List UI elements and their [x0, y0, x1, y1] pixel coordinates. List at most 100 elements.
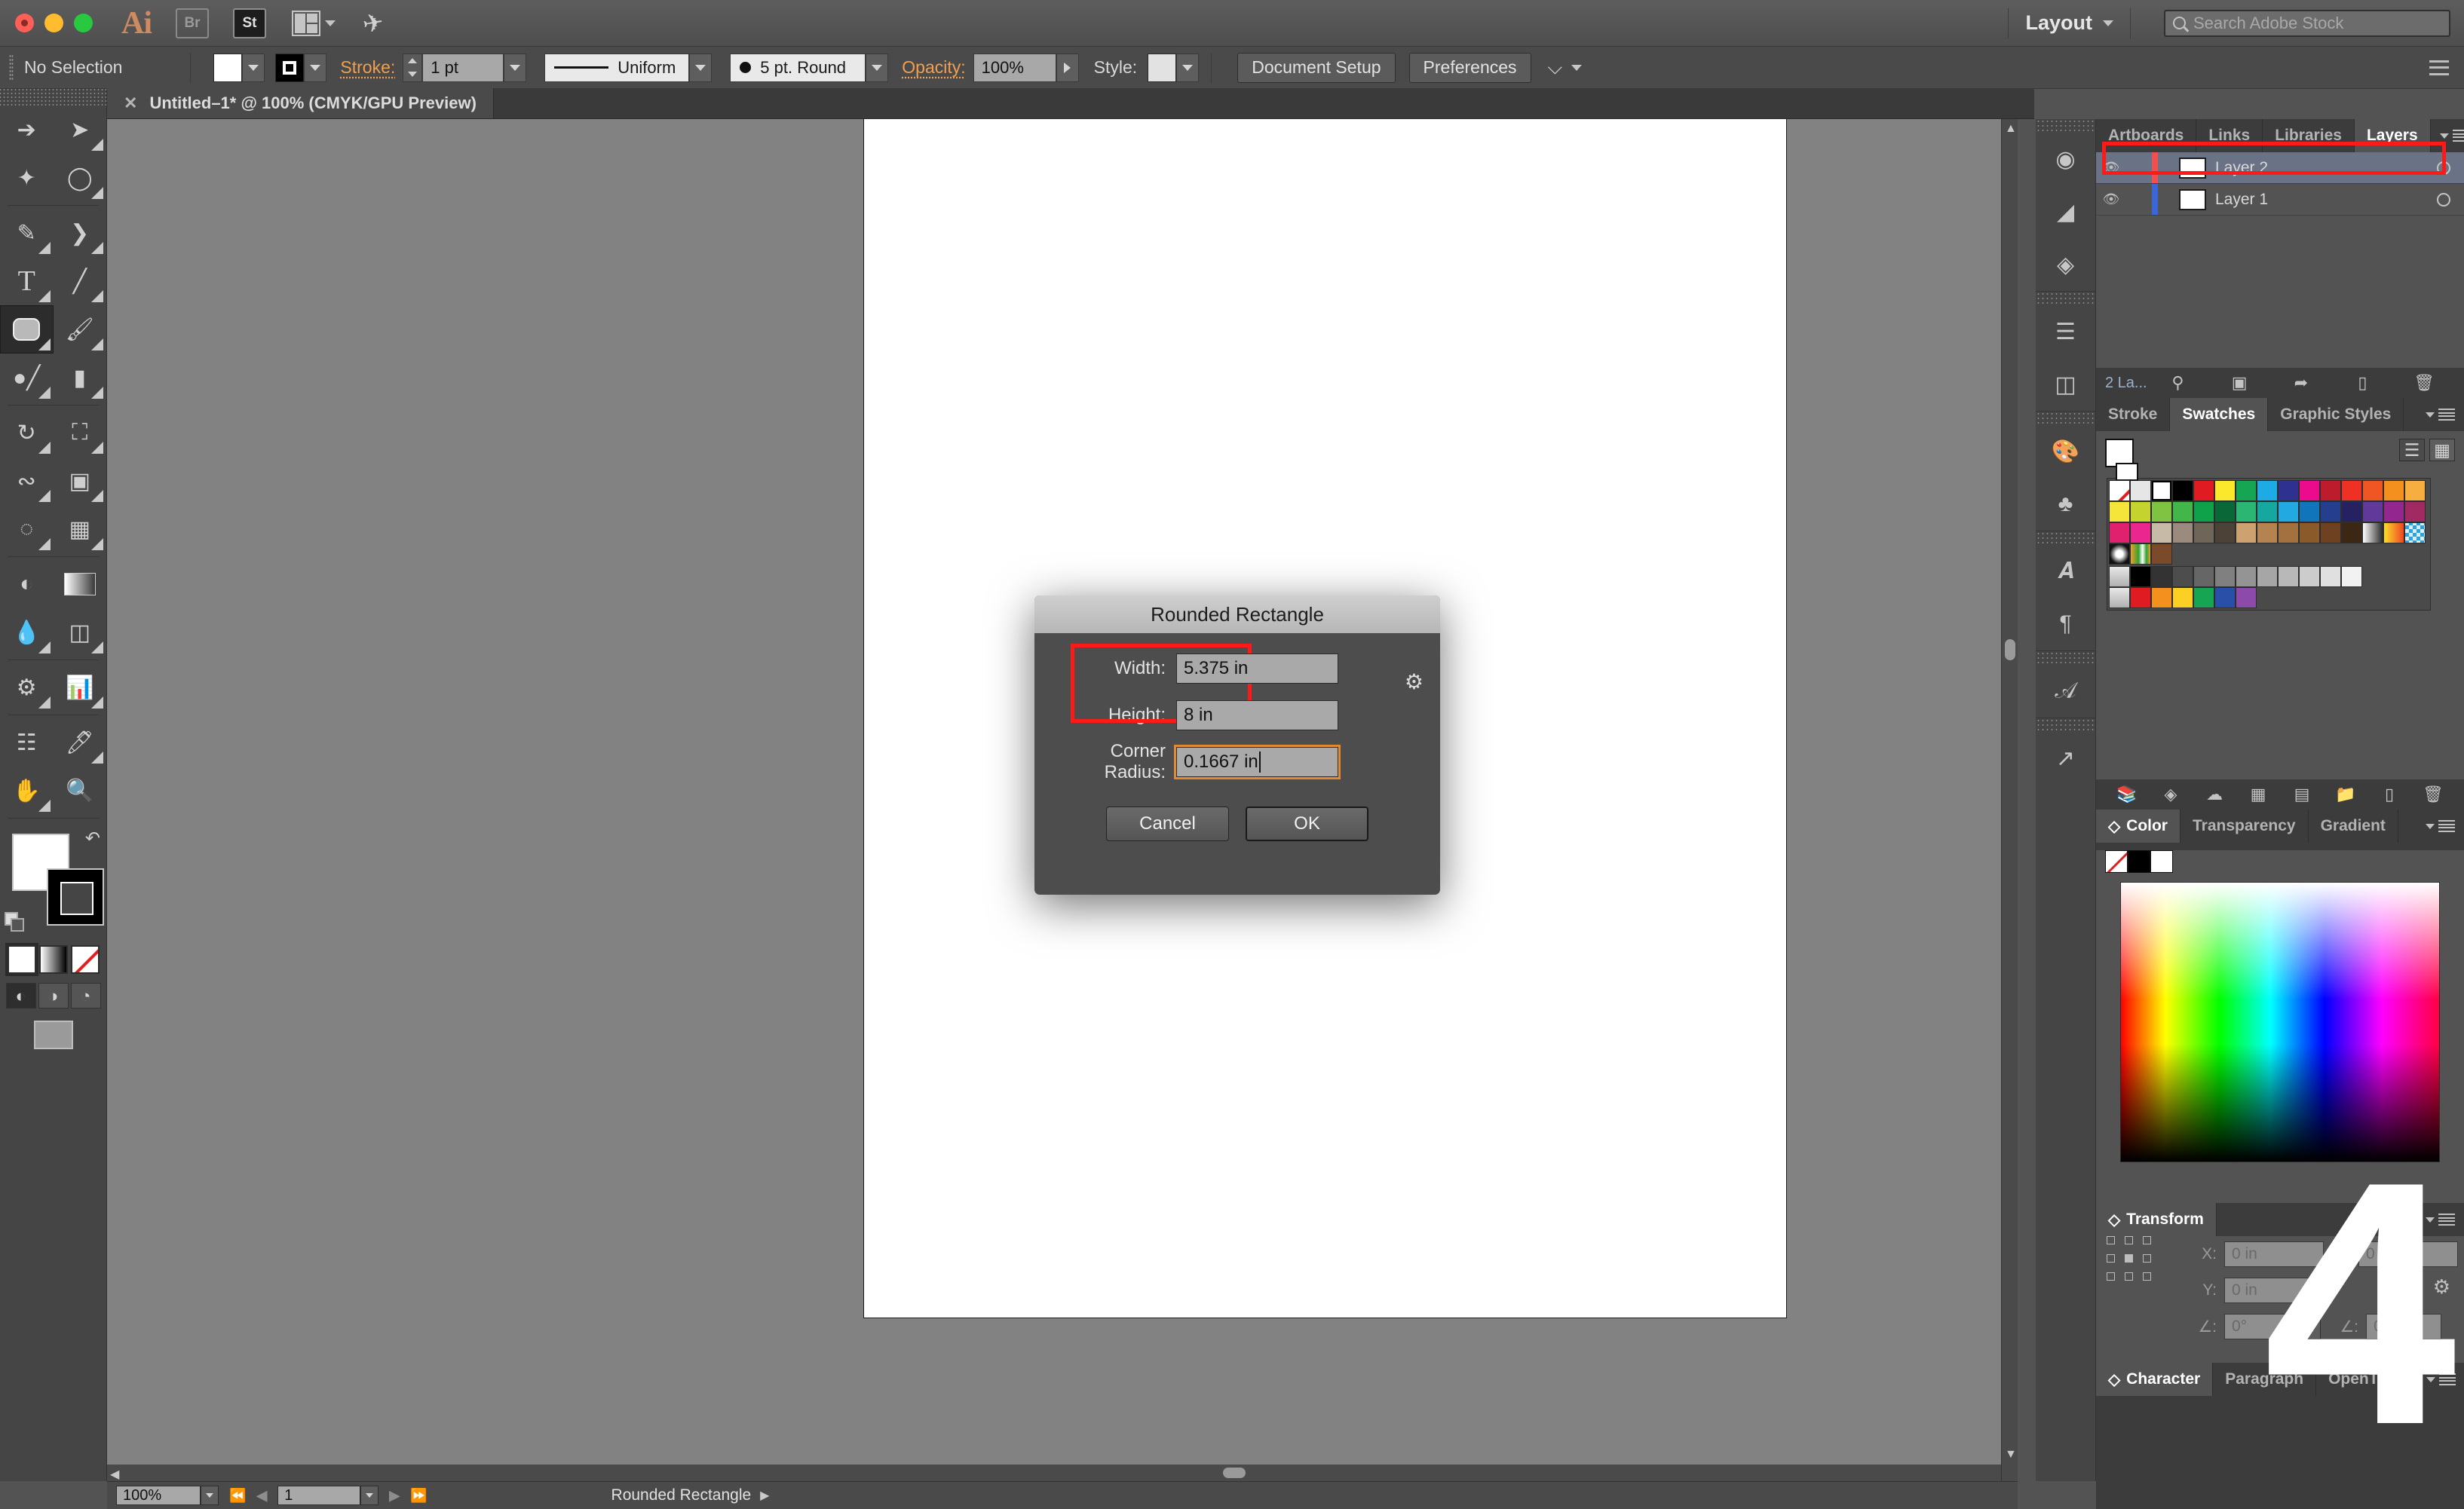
fill-dropdown-button[interactable]: [242, 54, 265, 82]
swatches-panel-menu[interactable]: [2416, 398, 2464, 431]
swatch[interactable]: [2193, 587, 2214, 608]
layer-target-icon[interactable]: [2437, 193, 2450, 207]
swatch[interactable]: [2257, 522, 2278, 543]
scroll-up-icon[interactable]: ▲: [2005, 122, 2017, 136]
color-panel-menu[interactable]: [2416, 810, 2464, 843]
color-none-swatch[interactable]: [2105, 850, 2128, 873]
zoom-level-input[interactable]: 100%: [116, 1486, 201, 1505]
stroke-dropdown-button[interactable]: [304, 54, 326, 82]
swatch[interactable]: [2341, 522, 2362, 543]
list-view-button[interactable]: ☰: [2399, 439, 2425, 461]
graphic-style-control[interactable]: [1148, 54, 1199, 82]
swatch[interactable]: [2341, 480, 2362, 501]
pen-tool[interactable]: ✎: [0, 209, 54, 257]
swatch[interactable]: [2299, 522, 2320, 543]
graphic-style-swatch[interactable]: [1148, 54, 1176, 82]
color-white-swatch[interactable]: [2150, 850, 2173, 873]
grid-view-button[interactable]: ▦: [2429, 439, 2455, 461]
swatch[interactable]: [2172, 587, 2193, 608]
color-panel-body[interactable]: [2096, 850, 2464, 1203]
shaper-tool[interactable]: ●╱: [0, 354, 54, 402]
status-menu-icon[interactable]: ▶: [760, 1488, 769, 1503]
swatch[interactable]: [2130, 501, 2151, 522]
gradient-tool[interactable]: [54, 560, 107, 608]
tab-stroke[interactable]: Stroke: [2096, 398, 2170, 431]
paintbrush-tool[interactable]: 🖌: [54, 305, 107, 354]
minimize-window-button[interactable]: [44, 14, 63, 32]
symbols-panel-icon[interactable]: ◈: [2036, 238, 2095, 291]
ok-button[interactable]: OK: [1246, 807, 1368, 841]
swatch[interactable]: [2404, 480, 2426, 501]
first-artboard-button[interactable]: ⏪: [229, 1488, 246, 1504]
graphic-style-dropdown[interactable]: [1176, 54, 1199, 82]
tab-swatches[interactable]: Swatches: [2170, 398, 2268, 431]
swatch[interactable]: [2257, 566, 2278, 587]
swatch[interactable]: [2278, 566, 2299, 587]
swatch[interactable]: [2236, 587, 2257, 608]
stroke-weight-input[interactable]: 1 pt: [422, 54, 504, 82]
solid-color-button[interactable]: [8, 945, 36, 974]
swatch[interactable]: [2257, 480, 2278, 501]
brush-libraries-icon[interactable]: 🎨: [2036, 425, 2095, 478]
swatch[interactable]: [2383, 480, 2404, 501]
cancel-button[interactable]: Cancel: [1106, 807, 1229, 841]
stroke-weight-stepper[interactable]: [403, 54, 422, 82]
tab-paragraph[interactable]: Paragraph: [2213, 1363, 2316, 1396]
swatch[interactable]: [2214, 480, 2236, 501]
corner-radius-input[interactable]: 0.1667 in: [1176, 747, 1338, 777]
tab-gradient[interactable]: Gradient: [2309, 810, 2398, 843]
swap-fill-stroke-icon[interactable]: ↶: [85, 828, 100, 849]
gradient-color-button[interactable]: [39, 945, 68, 974]
vertical-scroll-thumb[interactable]: [2005, 639, 2015, 660]
opacity-control[interactable]: 100%: [973, 54, 1079, 82]
tab-artboards[interactable]: Artboards: [2096, 119, 2196, 152]
perspective-grid-tool[interactable]: ▦: [54, 505, 107, 553]
direct-selection-tool[interactable]: ➤: [54, 106, 107, 154]
tab-color[interactable]: ◇ Color: [2096, 810, 2181, 843]
swatch[interactable]: [2236, 566, 2257, 587]
vertical-scrollbar[interactable]: ▲ ▼: [2001, 119, 2018, 1481]
character-styles-icon[interactable]: 𝑨: [2036, 545, 2095, 598]
swatch-folder-brights[interactable]: [2109, 587, 2130, 608]
layer-name[interactable]: Layer 2: [2215, 159, 2268, 177]
swatch[interactable]: [2151, 522, 2172, 543]
artboard-number-dropdown[interactable]: [360, 1486, 378, 1505]
opacity-input[interactable]: 100%: [973, 54, 1056, 82]
pathfinder-panel-icon[interactable]: ◫: [2036, 358, 2095, 411]
layer-visibility-icon[interactable]: 👁: [2096, 191, 2126, 207]
curvature-tool[interactable]: ❯: [54, 209, 107, 257]
horizontal-scrollbar[interactable]: ◀: [107, 1465, 2001, 1481]
new-color-group-icon[interactable]: 📁: [2324, 785, 2367, 804]
hand-tool[interactable]: ✋: [0, 767, 54, 815]
layers-panel-menu[interactable]: [2431, 119, 2464, 152]
current-fill-stroke-swatch[interactable]: [2105, 439, 2134, 467]
swatch[interactable]: [2236, 480, 2257, 501]
swatch[interactable]: [2299, 566, 2320, 587]
stroke-swatch[interactable]: [275, 54, 304, 82]
stroke-profile-value[interactable]: Uniform: [544, 54, 689, 82]
swatch[interactable]: [2151, 566, 2172, 587]
color-black-swatch[interactable]: [2128, 850, 2150, 873]
stroke-color-swatch[interactable]: [47, 868, 104, 926]
tab-links[interactable]: Links: [2196, 119, 2263, 152]
drag-grip[interactable]: [9, 54, 14, 81]
swatch[interactable]: [2320, 501, 2341, 522]
document-setup-button[interactable]: Document Setup: [1237, 53, 1395, 83]
line-segment-tool[interactable]: ╱: [54, 257, 107, 305]
swatch-white[interactable]: [2151, 480, 2172, 501]
draw-normal-button[interactable]: ◐: [6, 983, 36, 1009]
swatch[interactable]: [2130, 566, 2151, 587]
layers-list[interactable]: 👁 Layer 2 👁 Layer 1: [2096, 152, 2464, 368]
rail-drag-grip[interactable]: [2036, 119, 2095, 133]
stock-search-field[interactable]: Search Adobe Stock: [2164, 10, 2450, 37]
constrain-proportions-icon[interactable]: ⚙: [2433, 1275, 2450, 1299]
symbol-sprayer-tool[interactable]: ⚙: [0, 663, 54, 712]
symbol-libraries-icon[interactable]: ♣: [2036, 478, 2095, 531]
rail-drag-grip[interactable]: [2036, 531, 2095, 545]
swatch-gradient-gray[interactable]: [2362, 522, 2383, 543]
previous-artboard-button[interactable]: ◀: [256, 1488, 267, 1504]
swatch[interactable]: [2172, 522, 2193, 543]
tab-layers[interactable]: Layers: [2355, 119, 2431, 152]
swatch[interactable]: [2236, 522, 2257, 543]
opacity-panel-link[interactable]: Opacity:: [902, 57, 965, 78]
